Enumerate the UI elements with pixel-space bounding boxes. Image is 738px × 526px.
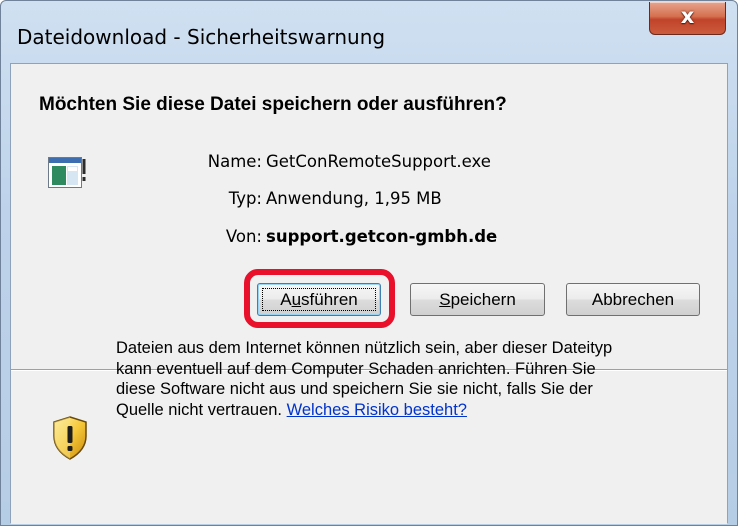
red-highlight-annotation xyxy=(244,269,395,328)
warning-line: Quelle nicht vertrauen. Welches Risiko b… xyxy=(116,400,467,419)
file-info-pane: Möchten Sie diese Datei speichern oder a… xyxy=(11,64,727,370)
save-button[interactable]: Speichern xyxy=(410,283,545,316)
file-source-label: Von: xyxy=(225,227,262,246)
file-name-value: GetConRemoteSupport.exe xyxy=(266,152,491,171)
window-title: Dateidownload - Sicherheitswarnung xyxy=(17,25,386,49)
warning-line: kann eventuell auf dem Computer Schaden … xyxy=(116,359,596,378)
download-dialog-window: Dateidownload - Sicherheitswarnung x Möc… xyxy=(0,0,738,526)
risk-info-link[interactable]: Welches Risiko besteht? xyxy=(287,401,467,419)
save-button-label: Speichern xyxy=(439,290,516,309)
warning-line: diese Software nicht aus und speichern S… xyxy=(116,380,593,398)
application-window-icon xyxy=(48,157,86,188)
dialog-question: Möchten Sie diese Datei speichern oder a… xyxy=(39,94,507,115)
dialog-content: Möchten Sie diese Datei speichern oder a… xyxy=(10,63,728,524)
file-type-value: Anwendung, 1,95 MB xyxy=(266,189,442,208)
close-icon: x xyxy=(680,4,695,28)
file-source-value: support.getcon-gmbh.de xyxy=(266,227,498,246)
security-warning-text: Dateien aus dem Internet können nützlich… xyxy=(116,338,716,420)
cancel-button[interactable]: Abbrechen xyxy=(566,283,700,316)
security-shield-warning-icon xyxy=(53,416,87,460)
title-bar[interactable]: Dateidownload - Sicherheitswarnung x xyxy=(1,1,737,63)
file-type-label: Typ: xyxy=(228,189,262,208)
close-button[interactable]: x xyxy=(649,2,726,35)
cancel-button-label: Abbrechen xyxy=(591,290,675,309)
file-name-label: Name: xyxy=(207,152,262,171)
warning-line: Dateien aus dem Internet können nützlich… xyxy=(116,339,613,357)
